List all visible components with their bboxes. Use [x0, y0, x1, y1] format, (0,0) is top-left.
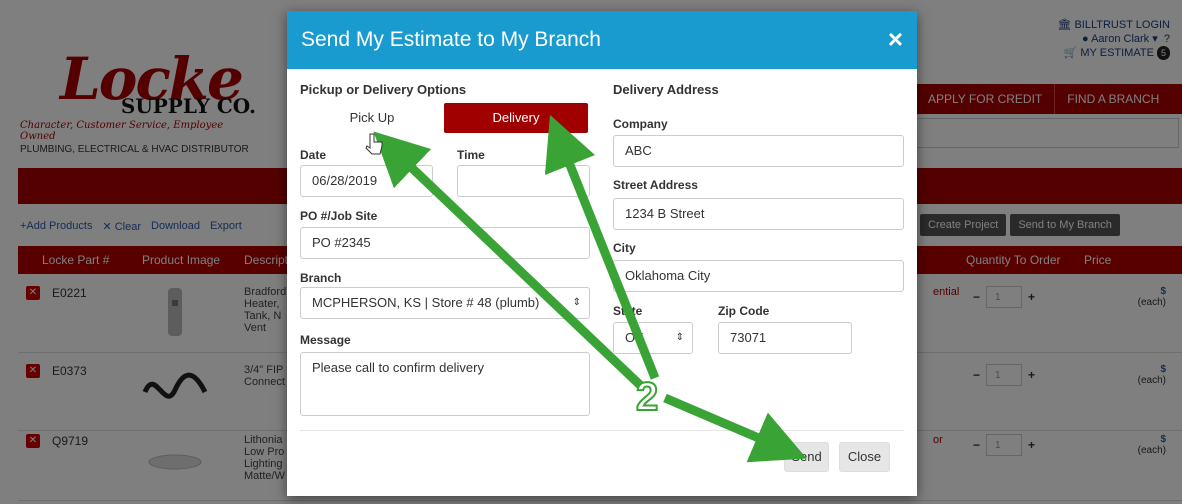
- arrow-to-pickup: [373, 131, 644, 389]
- arrow-to-send: [663, 393, 807, 463]
- step-number: 2: [636, 375, 658, 419]
- hand-cursor-icon: [365, 133, 383, 155]
- annotation-arrows: 2: [365, 114, 807, 463]
- arrow-to-delivery: [544, 114, 660, 380]
